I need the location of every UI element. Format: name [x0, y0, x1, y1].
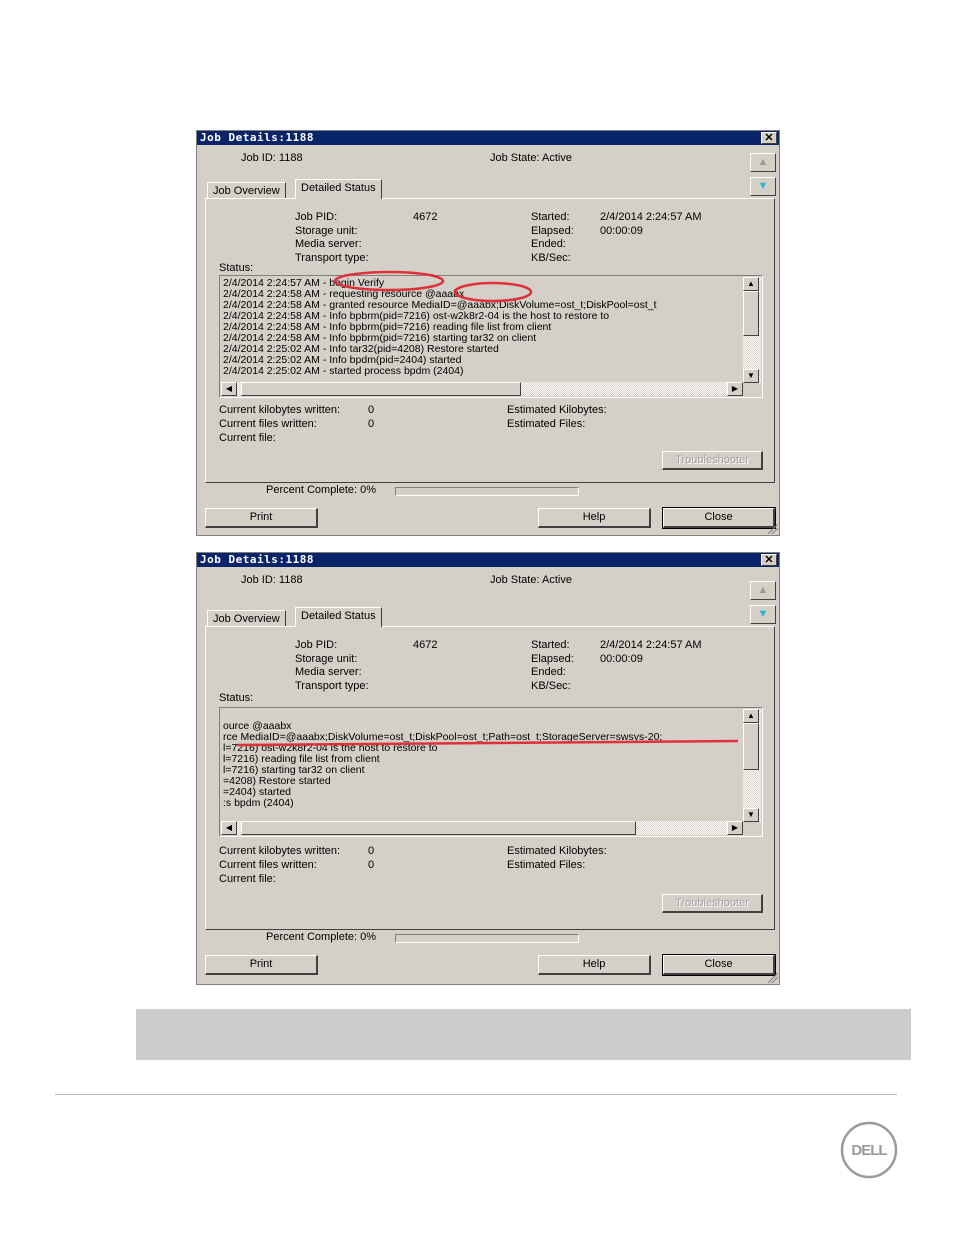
- scroll-up-icon[interactable]: ▲: [743, 709, 759, 723]
- close-icon[interactable]: ✕: [761, 132, 777, 144]
- arrow-down-icon[interactable]: ▼: [750, 605, 776, 624]
- tab-job-overview[interactable]: Job Overview: [207, 610, 286, 627]
- caption-box: [136, 1009, 911, 1060]
- estimate-label: Estimated Kilobytes:: [507, 404, 607, 416]
- progress-value: 0: [368, 859, 375, 871]
- help-button[interactable]: Help: [538, 508, 651, 528]
- progress-label: Current kilobytes written:: [219, 845, 341, 857]
- progress-label: Current file:: [219, 432, 276, 444]
- close-button[interactable]: Close: [662, 507, 776, 529]
- log-line: :s bpdm (2404): [223, 797, 294, 809]
- info-label: Ended:: [531, 238, 566, 251]
- info-label: Job PID:: [295, 211, 338, 223]
- resize-grip[interactable]: [766, 522, 778, 534]
- help-button[interactable]: Help: [538, 955, 651, 975]
- job-state: Job State: Active: [490, 152, 572, 164]
- print-button[interactable]: Print: [205, 955, 318, 975]
- info-label: KB/Sec:: [531, 252, 571, 265]
- scroll-up-icon[interactable]: ▲: [743, 277, 759, 291]
- progress-label: Current file:: [219, 873, 276, 885]
- info-value: 4672: [413, 211, 438, 223]
- info-label: KB/Sec:: [531, 680, 571, 693]
- progress-value: 0: [368, 404, 375, 416]
- status-log[interactable]: 2/4/2014 2:24:57 AM - begin Verify 2/4/20…: [219, 275, 763, 398]
- log-line: 2/4/2014 2:25:02 AM - started process bp…: [223, 365, 464, 377]
- info-value: 4672: [413, 639, 438, 651]
- dialog-title: Job Details:1188: [197, 131, 779, 145]
- print-button[interactable]: Print: [205, 508, 318, 528]
- close-icon[interactable]: ✕: [761, 554, 777, 566]
- info-label: Started:: [531, 211, 570, 223]
- status-log[interactable]: ource @aaabx rce MediaID=@aaabx;DiskVolum…: [219, 707, 763, 837]
- info-value: 00:00:09: [600, 652, 643, 665]
- troubleshooter-button[interactable]: Troubleshooter: [662, 451, 763, 470]
- job-details-dialog: Job Details:1188 ✕ Job ID: 1188 Job Stat…: [196, 130, 780, 536]
- dialog-title: Job Details:1188: [197, 553, 779, 567]
- percent-complete-bar: [395, 934, 579, 943]
- job-id: Job ID: 1188: [241, 574, 303, 586]
- info-label: Transport type:: [295, 680, 369, 693]
- arrow-up-icon[interactable]: ▲: [750, 581, 776, 600]
- document-page: Job Details:1188 ✕ Job ID: 1188 Job Stat…: [0, 0, 954, 1235]
- info-label: Transport type:: [295, 252, 369, 265]
- percent-complete-bar: [395, 487, 579, 496]
- svg-text:DELL: DELL: [851, 1142, 887, 1159]
- info-value: 00:00:09: [600, 224, 643, 237]
- progress-value: 0: [368, 845, 375, 857]
- scroll-thumb[interactable]: [743, 291, 759, 336]
- tab-detailed-status[interactable]: Detailed Status: [295, 607, 382, 627]
- scroll-thumb[interactable]: [743, 723, 759, 770]
- info-label: Job PID:: [295, 639, 338, 651]
- percent-complete-label: Percent Complete: 0%: [266, 931, 377, 943]
- horizontal-scrollbar[interactable]: ◀ ▶: [221, 821, 743, 835]
- status-label: Status:: [219, 262, 254, 274]
- arrow-down-icon[interactable]: ▼: [750, 177, 776, 196]
- info-value: 2/4/2014 2:24:57 AM: [600, 639, 702, 651]
- percent-complete-label: Percent Complete: 0%: [266, 484, 377, 496]
- info-label: Storage unit:: [295, 652, 358, 665]
- job-details-dialog: Job Details:1188 ✕ Job ID: 1188 Job Stat…: [196, 552, 780, 985]
- estimate-label: Estimated Files:: [507, 418, 586, 430]
- job-id: Job ID: 1188: [241, 152, 303, 164]
- horizontal-scrollbar[interactable]: ◀ ▶: [221, 382, 743, 396]
- scroll-thumb[interactable]: [241, 382, 521, 396]
- close-button[interactable]: Close: [662, 954, 776, 976]
- job-state: Job State: Active: [490, 574, 572, 586]
- scroll-right-icon[interactable]: ▶: [727, 382, 743, 396]
- scroll-left-icon[interactable]: ◀: [221, 382, 237, 396]
- info-label: Started:: [531, 639, 570, 651]
- vertical-scrollbar[interactable]: ▲ ▼: [743, 277, 761, 383]
- info-label: Media server:: [295, 666, 362, 679]
- dell-logo: DELL: [840, 1121, 898, 1179]
- progress-label: Current files written:: [219, 418, 317, 430]
- resize-grip[interactable]: [766, 971, 778, 983]
- estimate-label: Estimated Kilobytes:: [507, 845, 607, 857]
- progress-value: 0: [368, 418, 375, 430]
- scroll-down-icon[interactable]: ▼: [743, 369, 759, 383]
- tab-job-overview[interactable]: Job Overview: [207, 182, 286, 199]
- footer-divider: [55, 1094, 897, 1095]
- info-label: Elapsed:: [531, 224, 574, 237]
- scroll-right-icon[interactable]: ▶: [727, 821, 743, 835]
- info-label: Elapsed:: [531, 652, 574, 665]
- progress-label: Current kilobytes written:: [219, 404, 341, 416]
- info-label: Storage unit:: [295, 224, 358, 237]
- scroll-thumb[interactable]: [241, 821, 636, 835]
- vertical-scrollbar[interactable]: ▲ ▼: [743, 709, 761, 822]
- estimate-label: Estimated Files:: [507, 859, 586, 871]
- scroll-down-icon[interactable]: ▼: [743, 808, 759, 822]
- arrow-up-icon[interactable]: ▲: [750, 153, 776, 172]
- scroll-left-icon[interactable]: ◀: [221, 821, 237, 835]
- info-label: Ended:: [531, 666, 566, 679]
- status-label: Status:: [219, 692, 254, 704]
- troubleshooter-button[interactable]: Troubleshooter: [662, 894, 763, 913]
- info-label: Media server:: [295, 238, 362, 251]
- tab-detailed-status[interactable]: Detailed Status: [295, 179, 382, 199]
- progress-label: Current files written:: [219, 859, 317, 871]
- info-value: 2/4/2014 2:24:57 AM: [600, 211, 702, 223]
